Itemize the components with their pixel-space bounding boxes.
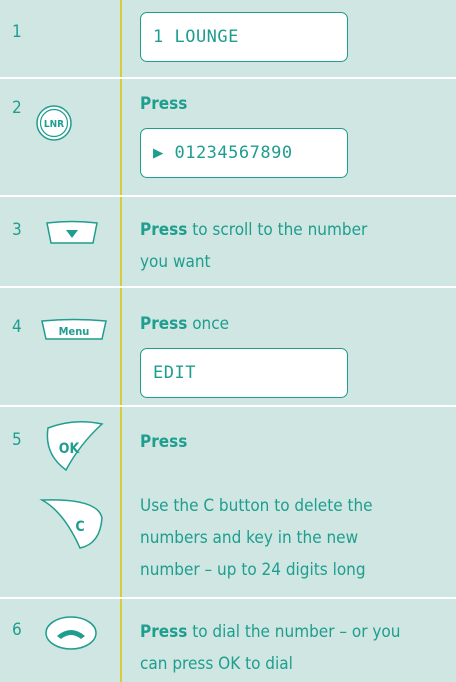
display-edit: EDIT — [140, 348, 348, 398]
step-4-text-once: once — [187, 314, 230, 334]
row-divider-1 — [0, 77, 456, 79]
step-4-press: Press — [140, 314, 188, 334]
step-3-press: Press — [140, 220, 188, 240]
step-3-text-line2: you want — [140, 252, 211, 272]
talk-button-icon[interactable] — [43, 614, 99, 652]
c-button-icon[interactable]: C — [38, 492, 108, 554]
display-number: ▶ 01234567890 — [140, 128, 348, 178]
lnr-button-icon[interactable]: LNR — [34, 102, 74, 144]
step-4-number: 4 — [12, 317, 22, 337]
step-5-number: 5 — [12, 430, 22, 450]
step-2-text: Press — [140, 88, 187, 120]
ok-button-label: OK — [59, 441, 81, 457]
step-5-text-line1: Use the C button to delete the — [140, 496, 373, 516]
row-divider-4 — [0, 405, 456, 407]
ok-button-icon[interactable]: OK — [40, 418, 106, 474]
step-1-number: 1 — [12, 22, 22, 42]
menu-button-label: Menu — [59, 325, 90, 338]
step-6-number: 6 — [12, 620, 22, 640]
step-4-text: Press once — [140, 308, 229, 340]
step-6-press: Press — [140, 622, 188, 642]
row-divider-2 — [0, 195, 456, 197]
step-3-text: Press to scroll to the number you want — [140, 214, 367, 278]
row-divider-5 — [0, 597, 456, 599]
step-3-text-line1: to scroll to the number — [187, 220, 368, 240]
step-5-instructions: Use the C button to delete the numbers a… — [140, 490, 373, 586]
step-5-text-line2: numbers and key in the new — [140, 528, 359, 548]
c-button-label: C — [75, 519, 84, 535]
step-6-text: Press to dial the number – or you can pr… — [140, 616, 400, 680]
step-5-press: Press — [140, 432, 188, 452]
step-6-text-line2: can press OK to dial — [140, 654, 293, 674]
menu-button-icon[interactable]: Menu — [40, 318, 108, 342]
lnr-button-label: LNR — [44, 119, 64, 130]
step-2-number: 2 — [12, 98, 22, 118]
vertical-divider — [120, 0, 122, 682]
down-arrow-button-icon[interactable] — [45, 220, 99, 246]
step-6-text-line1: to dial the number – or you — [187, 622, 401, 642]
step-5-text-line3: number – up to 24 digits long — [140, 560, 366, 580]
row-divider-3 — [0, 286, 456, 288]
step-3-number: 3 — [12, 220, 22, 240]
display-lounge: 1 LOUNGE — [140, 12, 348, 62]
step-2-press: Press — [140, 94, 188, 114]
step-5-press-text: Press — [140, 426, 187, 458]
